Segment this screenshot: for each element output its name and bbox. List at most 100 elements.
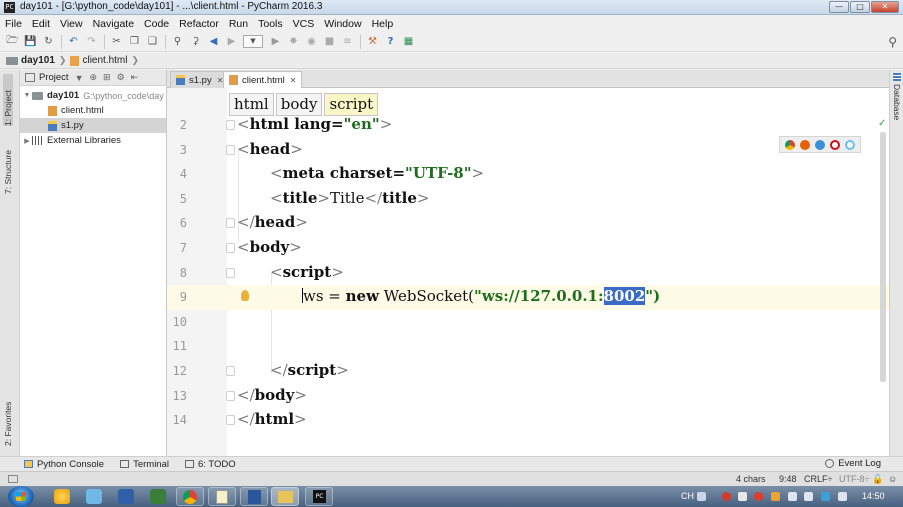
caret-position[interactable]: 9:48 — [779, 474, 797, 484]
back-icon[interactable]: ◀ — [207, 35, 220, 48]
tool-tab-structure[interactable]: 7: Structure — [3, 134, 13, 194]
keyboard-icon[interactable] — [697, 492, 706, 501]
python-console-button[interactable]: Python Console — [24, 459, 104, 470]
taskbar-explorer[interactable] — [271, 487, 299, 506]
expand-arrow-icon[interactable]: ▼ — [22, 92, 32, 99]
tool-tab-database[interactable]: Database — [892, 84, 902, 120]
tree-item-client-html[interactable]: client.html — [20, 103, 166, 118]
fold-marker-icon[interactable] — [226, 415, 235, 426]
intention-lightbulb-icon[interactable] — [241, 290, 249, 302]
save-disk-icon[interactable] — [118, 489, 134, 504]
stop-icon[interactable]: ■ — [323, 35, 336, 48]
menu-refactor[interactable]: Refactor — [179, 18, 219, 30]
record-icon[interactable] — [754, 492, 763, 501]
tray-app-icon[interactable] — [771, 492, 780, 501]
run-config-dropdown[interactable]: ▼ — [243, 35, 263, 48]
collapse-arrow-icon[interactable]: ▶ — [22, 137, 32, 145]
fold-marker-icon[interactable] — [226, 243, 235, 253]
fold-marker-icon[interactable] — [226, 366, 235, 376]
tab-client-html[interactable]: client.html ✕ — [223, 71, 303, 88]
clock[interactable]: 14:50 — [862, 491, 885, 501]
panel-settings-icon[interactable]: ⚙ — [117, 72, 125, 83]
hide-panel-icon[interactable]: ⇤ — [131, 72, 139, 83]
tree-item-s1-py[interactable]: s1.py — [20, 118, 166, 133]
close-tab-icon[interactable]: ✕ — [290, 76, 297, 85]
tray-blue-icon[interactable] — [821, 492, 830, 501]
editor-scrollbar[interactable] — [880, 132, 886, 382]
vcs-icon[interactable]: ≡ — [341, 35, 354, 48]
fold-marker-icon[interactable] — [226, 390, 235, 401]
code-editor[interactable]: html body script 2 <html lang="en"> 3 <h… — [167, 88, 889, 456]
view-dropdown-icon[interactable]: ▼ — [75, 73, 84, 83]
app-icon[interactable] — [86, 489, 102, 504]
menu-vcs[interactable]: VCS — [293, 18, 315, 30]
maximize-button[interactable]: □ — [850, 1, 870, 13]
paste-icon[interactable]: ❑ — [146, 35, 159, 48]
volume-icon[interactable] — [838, 492, 847, 501]
tray-flag-icon[interactable] — [738, 492, 747, 501]
sync-icon[interactable]: ↻ — [42, 35, 55, 48]
search-everywhere-icon[interactable]: ⚲ — [888, 35, 897, 49]
fold-marker-icon[interactable] — [226, 267, 235, 278]
menu-view[interactable]: View — [60, 18, 83, 30]
help-icon[interactable]: ? — [384, 35, 397, 48]
plugin-icon[interactable]: ▦ — [402, 35, 415, 48]
tag-crumb-html[interactable]: html — [229, 93, 274, 116]
lock-icon[interactable]: 🔓 — [872, 474, 883, 485]
qq-icon[interactable] — [54, 489, 70, 504]
event-log-button[interactable]: Event Log — [825, 458, 881, 469]
undo-icon[interactable]: ↶ — [67, 35, 80, 48]
minimize-button[interactable]: — — [829, 1, 849, 13]
terminal-button[interactable]: Terminal — [120, 459, 169, 470]
network-icon[interactable] — [804, 492, 813, 501]
menu-file[interactable]: File — [5, 18, 22, 30]
fold-marker-icon[interactable] — [226, 144, 235, 155]
inspector-icon[interactable]: ☺ — [888, 474, 897, 484]
menu-navigate[interactable]: Navigate — [93, 18, 134, 30]
line-separator[interactable]: CRLF÷ — [804, 474, 832, 484]
fold-marker-icon[interactable] — [226, 120, 235, 130]
todo-button[interactable]: 6: TODO — [184, 459, 236, 470]
redo-icon[interactable]: ↷ — [85, 35, 98, 48]
monitor-icon[interactable] — [788, 492, 797, 501]
ime-indicator[interactable]: CH — [681, 491, 694, 501]
forward-icon[interactable]: ▶ — [225, 35, 238, 48]
coverage-icon[interactable]: ◉ — [305, 35, 318, 48]
copy-icon[interactable]: ❐ — [128, 35, 141, 48]
taskbar-chrome[interactable] — [176, 487, 204, 506]
find-icon[interactable]: ⚲ — [171, 35, 184, 48]
taskbar-notepad[interactable] — [208, 487, 236, 506]
taskbar-pycharm[interactable]: PC — [305, 487, 333, 506]
tool-tab-project[interactable]: 1: Project — [3, 74, 13, 126]
menu-edit[interactable]: Edit — [32, 18, 50, 30]
tool-windows-toggle-icon[interactable] — [8, 475, 18, 483]
debug-icon[interactable]: ✸ — [287, 35, 300, 48]
menu-tools[interactable]: Tools — [258, 18, 283, 30]
menu-run[interactable]: Run — [229, 18, 248, 30]
breadcrumb-project[interactable]: day101 — [6, 55, 55, 66]
cut-icon[interactable]: ✂ — [110, 35, 123, 48]
tag-crumb-script[interactable]: script — [324, 93, 379, 116]
tag-crumb-body[interactable]: body — [275, 93, 323, 116]
antivirus-icon[interactable] — [722, 492, 731, 501]
run-icon[interactable]: ▶ — [269, 35, 282, 48]
menu-code[interactable]: Code — [144, 18, 169, 30]
tab-s1-py[interactable]: s1.py ✕ — [170, 71, 230, 88]
start-button[interactable] — [8, 486, 34, 507]
settings-wrench-icon[interactable]: ⚒ — [366, 35, 379, 48]
breadcrumb-file[interactable]: client.html — [70, 55, 127, 66]
tool-tab-favorites[interactable]: 2: Favorites — [3, 388, 13, 446]
save-icon[interactable]: 💾 — [24, 35, 37, 48]
tree-item-external-libraries[interactable]: ▶ External Libraries — [20, 133, 166, 148]
tree-item-day101[interactable]: ▼ day101 G:\python_code\day — [20, 88, 166, 103]
menu-help[interactable]: Help — [372, 18, 394, 30]
fold-marker-icon[interactable] — [226, 218, 235, 229]
sync-target-icon[interactable]: ⊕ — [90, 72, 98, 83]
close-button[interactable]: ✕ — [871, 1, 899, 13]
file-encoding[interactable]: UTF-8÷ — [839, 474, 869, 484]
replace-icon[interactable]: ⚳ — [189, 35, 202, 48]
open-folder-icon[interactable]: 🗁 — [6, 35, 19, 48]
media-icon[interactable] — [150, 489, 166, 504]
taskbar-word[interactable] — [240, 487, 268, 506]
collapse-all-icon[interactable]: ⊞ — [103, 72, 111, 83]
